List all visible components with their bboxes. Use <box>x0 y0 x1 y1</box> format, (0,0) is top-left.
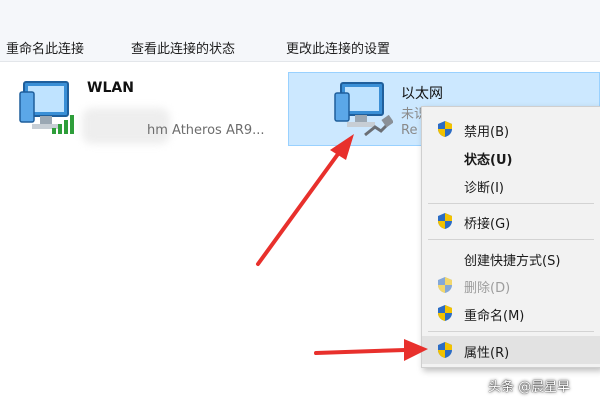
menu-item-label: 创建快捷方式(S) <box>464 254 561 269</box>
menu-item-label: 状态(U) <box>464 153 513 168</box>
menu-item-label: 重命名(M) <box>464 309 525 324</box>
menu-item-bridge[interactable]: 桥接(G) <box>422 207 600 235</box>
adapter-name: 以太网 <box>401 86 443 102</box>
menu-item-diagnose[interactable]: 诊断(I) <box>422 171 600 199</box>
menu-item-label: 桥接(G) <box>464 217 511 232</box>
menu-item-label: 属性(R) <box>464 346 510 361</box>
uac-shield-icon <box>438 342 452 358</box>
menu-item-label: 删除(D) <box>464 281 511 296</box>
network-computer-icon <box>19 81 69 129</box>
wifi-signal-icon <box>52 115 74 134</box>
arrow-to-properties <box>314 348 407 355</box>
menu-separator <box>428 203 594 204</box>
uac-shield-icon <box>438 121 452 137</box>
adapter-device: Re <box>401 123 418 138</box>
rename-connection-button[interactable]: 重命名此连接 <box>6 38 84 57</box>
command-bar: 重命名此连接 查看此连接的状态 更改此连接的设置 <box>0 0 600 62</box>
menu-item-rename[interactable]: 重命名(M) <box>422 299 600 327</box>
context-menu: 禁用(B) 状态(U) 诊断(I) 桥接(G) 创建快捷方式(S) 删除(D) <box>421 106 600 368</box>
uac-shield-icon <box>438 213 452 229</box>
menu-separator <box>428 331 594 332</box>
change-settings-button[interactable]: 更改此连接的设置 <box>286 38 390 57</box>
menu-separator <box>428 239 594 240</box>
adapter-device: hm Atheros AR9... <box>147 123 265 138</box>
network-connections-window: 重命名此连接 查看此连接的状态 更改此连接的设置 WLAN hm Atheros… <box>0 0 600 400</box>
menu-item-status[interactable]: 状态(U) <box>422 143 600 171</box>
menu-item-label: 诊断(I) <box>464 181 504 196</box>
menu-item-disable[interactable]: 禁用(B) <box>422 115 600 143</box>
menu-item-label: 禁用(B) <box>464 125 510 140</box>
watermark: 头条 @晨星早 <box>488 380 571 395</box>
uac-shield-icon <box>438 305 452 321</box>
arrow-to-ethernet <box>256 152 340 266</box>
adapter-name: WLAN <box>87 80 134 96</box>
menu-item-delete[interactable]: 删除(D) <box>422 271 600 299</box>
menu-item-properties[interactable]: 属性(R) <box>422 336 600 364</box>
ethernet-cable-icon <box>364 115 393 137</box>
adapter-wlan[interactable]: WLAN hm Atheros AR9... <box>14 70 284 150</box>
menu-item-create-shortcut[interactable]: 创建快捷方式(S) <box>422 244 600 272</box>
view-status-button[interactable]: 查看此连接的状态 <box>131 38 235 57</box>
uac-shield-icon <box>438 277 452 293</box>
